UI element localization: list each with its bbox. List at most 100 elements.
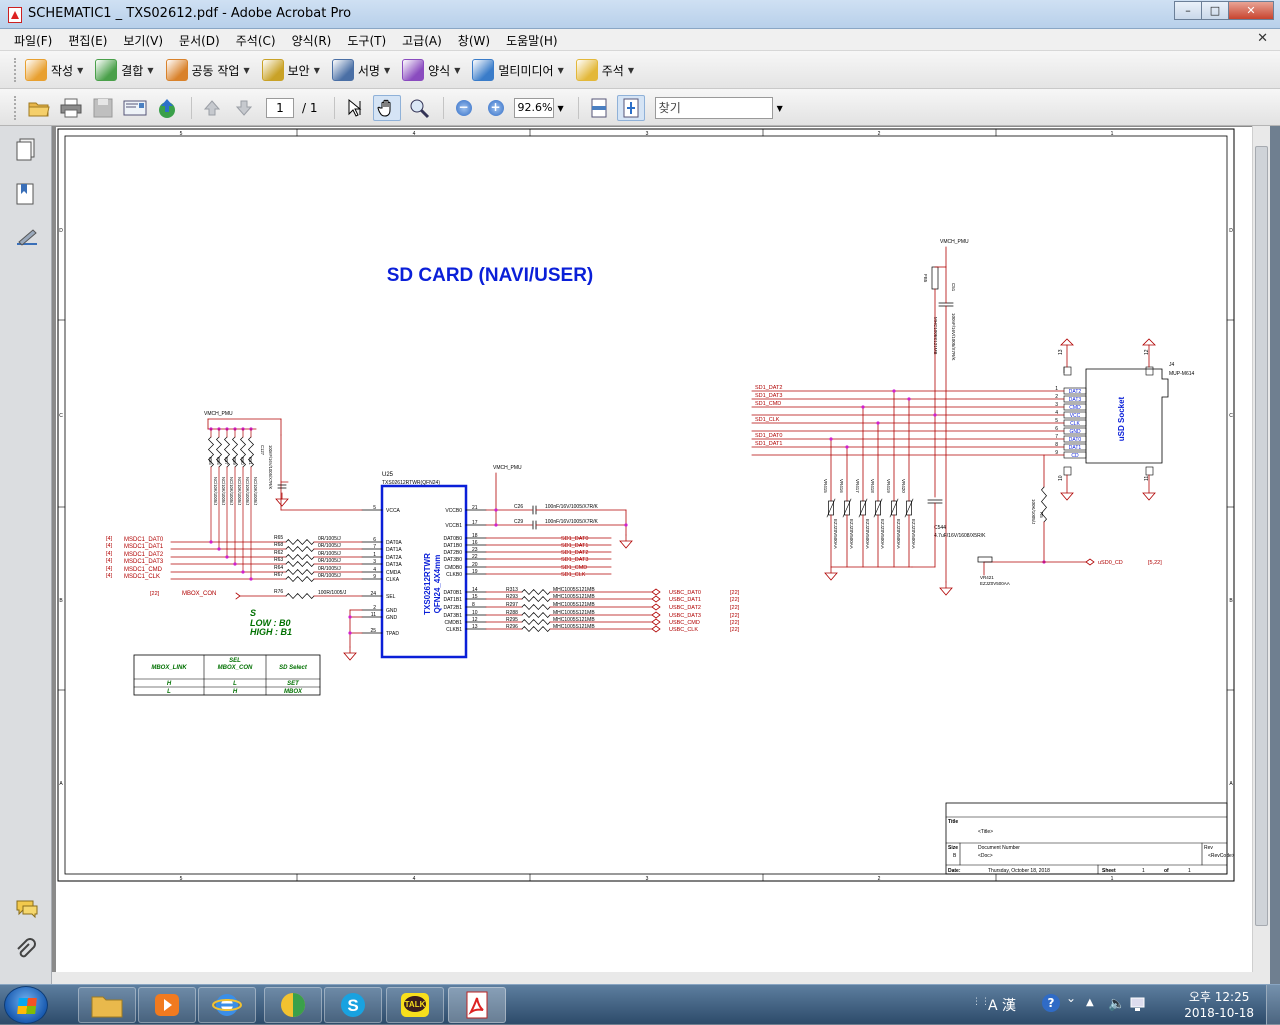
ic-pin-number: 10 (472, 610, 478, 616)
next-page-icon[interactable] (230, 95, 258, 121)
taskbar-skype[interactable]: S (324, 987, 382, 1023)
scroll-thumb[interactable] (1255, 146, 1268, 926)
menu-item-6[interactable]: 도구(T) (339, 32, 394, 49)
toolbar-grip[interactable] (14, 58, 17, 82)
acrobat-app-icon[interactable] (8, 7, 22, 23)
comments-panel-icon[interactable] (15, 898, 38, 922)
vmch-label: VMCH_PMU (204, 411, 233, 417)
show-hidden-icons[interactable]: ▲ (1086, 997, 1094, 1008)
document-view[interactable]: 5 5 4 4 3 3 2 2 1 1 D D C C B B A A SD CARD (NAVI/USER) U25… (52, 126, 1252, 972)
resistor-symbol (285, 553, 315, 561)
task-button-1[interactable]: 결합 ▼ (95, 57, 154, 83)
taskbar-explorer[interactable] (78, 987, 136, 1023)
socket-pin-name: VCC (1070, 413, 1081, 419)
varistor-ref: VR417 (855, 479, 860, 493)
net-page-ref: [4] (106, 551, 113, 557)
vertical-scrollbar[interactable] (1252, 126, 1270, 972)
task-button-3[interactable]: 보안 ▼ (261, 57, 320, 83)
help-icon[interactable]: ? (1042, 994, 1060, 1012)
cd-page-ref: [5,22] (1148, 560, 1162, 566)
title-block-value: 1 (1142, 868, 1145, 874)
sd1-net-label: SD1_DAT3 (561, 557, 588, 563)
ferrite-value: MHC1005S121MB (553, 610, 595, 616)
zoom-level-input[interactable]: 92.6% (513, 98, 554, 118)
menu-item-9[interactable]: 도움말(H) (498, 32, 566, 49)
resistor-symbol (521, 611, 551, 619)
previous-page-icon[interactable] (198, 95, 226, 121)
taskbar-kakaotalk[interactable]: TALK (386, 987, 444, 1023)
find-input[interactable]: 찾기 (654, 97, 773, 119)
close-document-icon[interactable]: ✕ (1257, 31, 1268, 46)
network-icon[interactable] (1130, 996, 1146, 1015)
fit-page-icon[interactable] (616, 95, 645, 121)
resistor-symbol (521, 618, 551, 626)
taskbar-ie[interactable] (198, 987, 256, 1023)
language-indicator[interactable]: A 漢 (988, 995, 1016, 1015)
ic-pin-number: 21 (472, 505, 478, 511)
clock[interactable]: 오후 12:25 2018-10-18 (1184, 989, 1254, 1021)
ime-options-icon[interactable]: ⌄ (1066, 991, 1076, 1005)
volume-icon[interactable]: 🔈 (1108, 996, 1125, 1012)
marquee-zoom-icon[interactable] (405, 95, 433, 121)
table-cell: MBOX (284, 689, 303, 695)
usbc-net-label: USBC_DAT0 (669, 590, 701, 596)
ferrite-value: MHC1005S121MB (933, 317, 938, 355)
ic-pin-number: 14 (472, 587, 478, 593)
print-icon[interactable] (57, 95, 85, 121)
menu-item-8[interactable]: 창(W) (450, 32, 498, 49)
save-icon[interactable] (89, 95, 117, 121)
task-button-4[interactable]: 서명 ▼ (331, 57, 390, 83)
border-row-label: D (1229, 228, 1233, 234)
resistor-symbol (285, 538, 315, 546)
zoom-out-icon[interactable]: − (450, 95, 478, 121)
signatures-panel-icon[interactable] (15, 226, 37, 250)
ic-pin-name: DAT1B1 (443, 597, 462, 603)
toolbar-grip[interactable] (14, 96, 17, 120)
menu-item-5[interactable]: 양식(R) (284, 32, 340, 49)
task-button-2[interactable]: 공동 작업 ▼ (165, 57, 250, 83)
taskbar-acrobat[interactable] (448, 987, 506, 1023)
taskbar-app[interactable] (264, 987, 322, 1023)
task-button-6[interactable]: 멀티미디어 ▼ (472, 57, 564, 83)
taskbar-media-player[interactable] (138, 987, 196, 1023)
usbc-page-ref: [22] (730, 620, 740, 626)
menu-item-2[interactable]: 보기(V) (115, 32, 171, 49)
border-col-label: 4 (413, 876, 416, 882)
attachments-panel-icon[interactable] (15, 938, 37, 962)
task-button-5[interactable]: 양식 ▼ (402, 57, 460, 83)
email-icon[interactable] (121, 95, 149, 121)
pullup-res-ref: R55 (208, 457, 213, 465)
task-button-7[interactable]: 주석 ▼ (575, 57, 634, 83)
bookmarks-panel-icon[interactable] (15, 182, 37, 206)
menu-item-0[interactable]: 파일(F) (6, 32, 60, 49)
zoom-dropdown-icon[interactable]: ▼ (558, 104, 564, 113)
open-folder-icon[interactable] (25, 95, 53, 121)
start-button[interactable] (4, 986, 48, 1024)
minimize-button[interactable]: – (1174, 1, 1202, 20)
schematic-title: SD CARD (NAVI/USER) (387, 265, 594, 286)
upload-icon[interactable] (153, 95, 181, 121)
maximize-button[interactable]: □ (1201, 1, 1229, 20)
scrolling-mode-icon[interactable] (585, 95, 613, 121)
resistor-symbol (285, 545, 315, 553)
menu-item-1[interactable]: 편집(E) (60, 32, 115, 49)
pdf-page: 5 5 4 4 3 3 2 2 1 1 D D C C B B A A SD CARD (NAVI/USER) U25… (56, 127, 1252, 972)
title-block-value: <Doc> (978, 853, 993, 859)
zoom-in-icon[interactable]: + (482, 95, 510, 121)
create-icon (25, 59, 47, 81)
pages-panel-icon[interactable] (15, 138, 37, 162)
clock-time: 오후 12:25 (1188, 990, 1250, 1004)
find-dropdown-icon[interactable]: ▼ (777, 104, 783, 113)
page-number-input[interactable]: 1 (266, 98, 294, 118)
lock-icon (261, 59, 284, 81)
junction-dot (233, 562, 237, 566)
close-button[interactable]: ✕ (1228, 1, 1274, 20)
varistor-ref: VR419 (886, 479, 891, 493)
select-text-icon[interactable] (341, 95, 369, 121)
menu-item-3[interactable]: 문서(D) (171, 32, 228, 49)
menu-item-7[interactable]: 고급(A) (394, 32, 450, 49)
hand-tool-icon[interactable] (372, 95, 401, 121)
menu-item-4[interactable]: 주석(C) (228, 32, 284, 49)
task-button-0[interactable]: 작성 ▼ (25, 57, 83, 83)
show-desktop-button[interactable] (1266, 985, 1280, 1025)
